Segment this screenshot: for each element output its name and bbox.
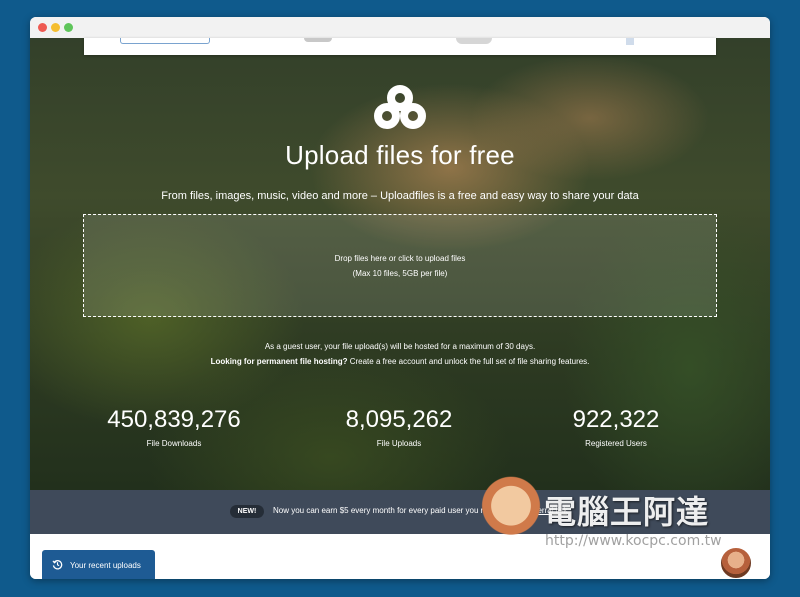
stat-value: 8,095,262	[345, 406, 453, 433]
minimize-window-dot[interactable]	[51, 23, 60, 32]
avatar[interactable]	[720, 547, 752, 579]
page-title: Upload files for free	[285, 140, 515, 170]
watermark-mascot-icon	[478, 476, 544, 542]
nav-item[interactable]	[304, 38, 332, 42]
stat-label: File Uploads	[376, 439, 422, 448]
hero-section: Upload files for free From files, images…	[30, 38, 770, 490]
permanent-hosting-note: Looking for permanent file hosting? Crea…	[30, 357, 770, 366]
top-nav-strip	[84, 38, 716, 55]
nav-item[interactable]	[626, 38, 634, 45]
guest-hosting-note: As a guest user, your file upload(s) wil…	[264, 342, 536, 351]
stat-label: File Downloads	[146, 439, 202, 448]
watermark-url: http://www.kocpc.com.tw	[545, 533, 722, 549]
window-titlebar	[30, 17, 770, 39]
stat-file-uploads: 8,095,262 File Uploads	[309, 406, 489, 448]
uploadfiles-logo-icon	[374, 85, 426, 129]
file-dropzone[interactable]: Drop files here or click to upload files…	[83, 214, 717, 317]
nav-item[interactable]	[456, 38, 492, 44]
permanent-hosting-cta: Create a free account and unlock the ful…	[347, 357, 590, 366]
promo-text: Now you can earn $5 every month for ever…	[273, 506, 499, 515]
history-icon	[52, 560, 63, 570]
permanent-hosting-question: Looking for permanent file hosting?	[210, 357, 348, 366]
watermark-title: 電腦王阿達	[544, 493, 710, 531]
maximize-window-dot[interactable]	[64, 23, 73, 32]
nav-button[interactable]	[120, 38, 210, 44]
close-window-dot[interactable]	[38, 23, 47, 32]
stat-value: 922,322	[572, 406, 660, 433]
browser-window: Upload files for free From files, images…	[30, 17, 770, 579]
recent-uploads-button[interactable]: Your recent uploads	[42, 550, 155, 579]
stat-value: 450,839,276	[107, 406, 241, 433]
stat-registered-users: 922,322 Registered Users	[526, 406, 706, 448]
recent-uploads-label: Your recent uploads	[70, 561, 141, 570]
page-tagline: From files, images, music, video and mor…	[161, 190, 639, 202]
dropzone-limits: (Max 10 files, 5GB per file)	[352, 269, 448, 278]
stat-label: Registered Users	[585, 439, 647, 448]
stat-file-downloads: 450,839,276 File Downloads	[84, 406, 264, 448]
new-badge: NEW!	[230, 505, 264, 518]
dropzone-instruction: Drop files here or click to upload files	[334, 254, 466, 263]
